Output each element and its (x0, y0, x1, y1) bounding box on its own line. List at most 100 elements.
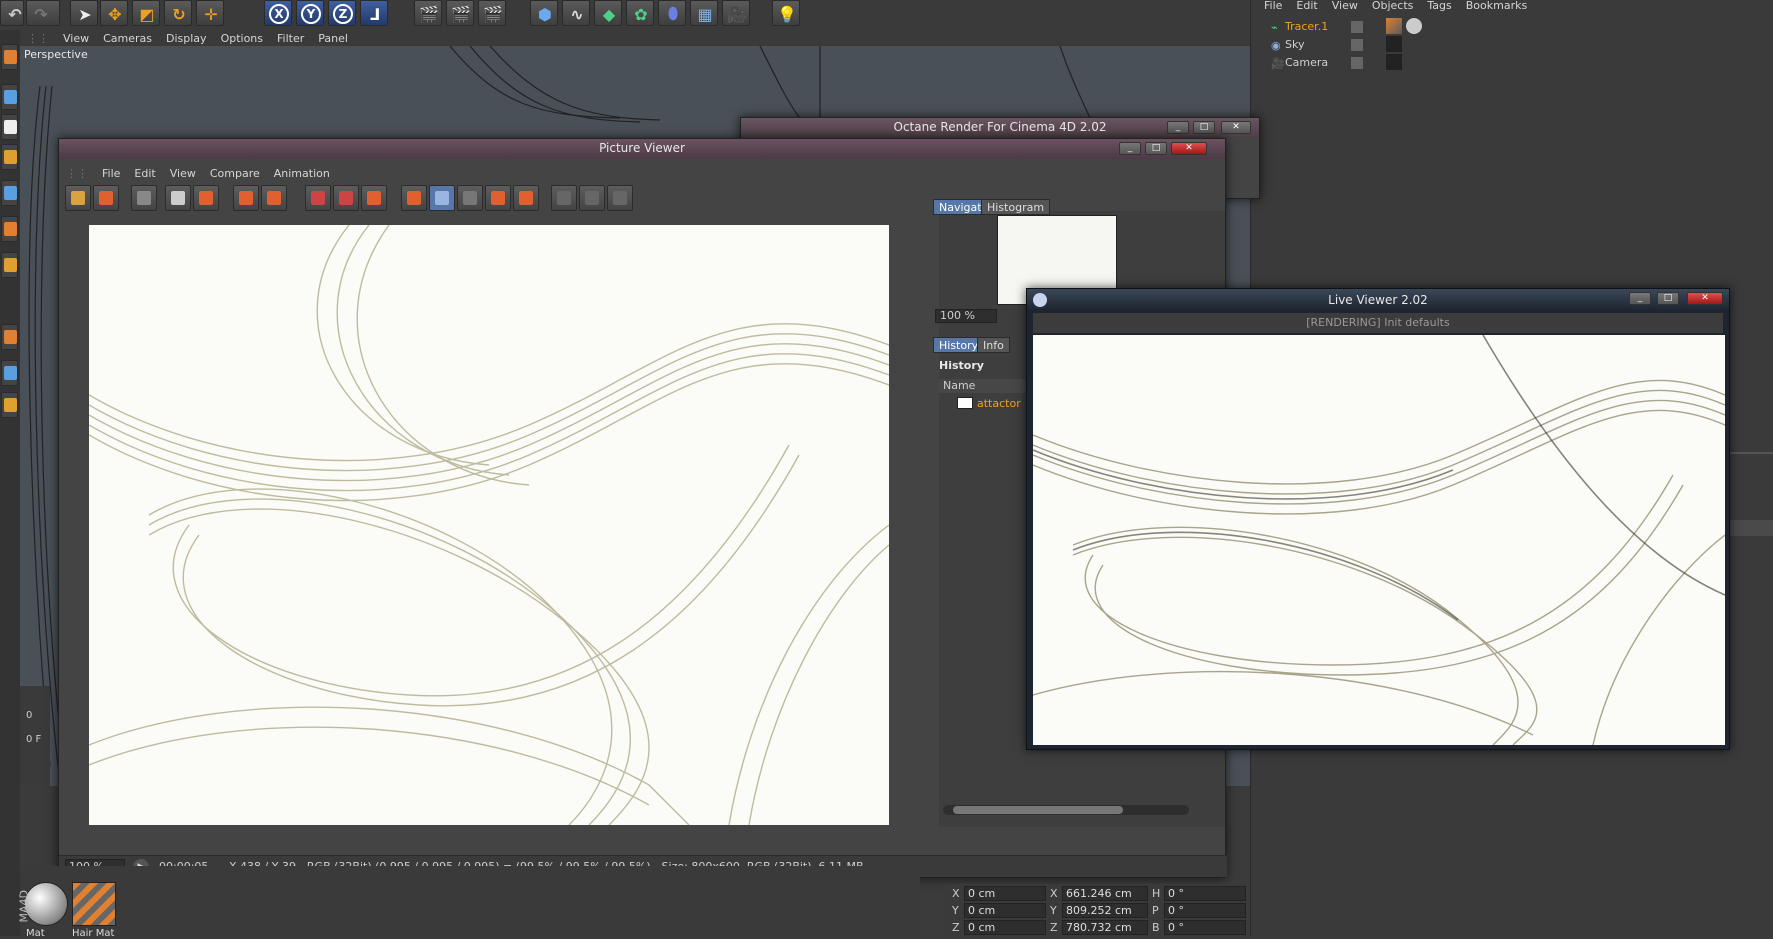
close-button[interactable]: ✕ (1221, 121, 1251, 134)
scrollbar-thumb[interactable] (953, 806, 1123, 814)
render-button[interactable] (165, 185, 191, 211)
material-swatch[interactable] (24, 882, 68, 926)
pv-menu-animation[interactable]: Animation (267, 165, 337, 182)
interactive-region-button[interactable] (361, 185, 387, 211)
z-axis-button[interactable]: Z (328, 0, 356, 26)
rot-h-field[interactable]: 0 ° (1164, 886, 1246, 901)
pv-menu-compare[interactable]: Compare (203, 165, 267, 182)
rot-p-field[interactable]: 0 ° (1164, 903, 1246, 918)
minimize-button[interactable]: _ (1167, 121, 1189, 134)
compare-ab-button[interactable] (401, 185, 427, 211)
palette-button[interactable] (1, 360, 18, 386)
menu-cameras[interactable]: Cameras (96, 30, 159, 47)
nurbs-button[interactable]: ◆ (594, 0, 622, 26)
coordinate-system-button[interactable]: ⅃ (360, 0, 388, 26)
open-button[interactable] (65, 185, 91, 211)
horizontal-scrollbar[interactable] (943, 805, 1189, 815)
palette-button[interactable] (1, 252, 18, 278)
size-x-field[interactable]: 661.246 cm (1062, 886, 1148, 901)
deformer-button[interactable]: ⬮ (658, 0, 686, 26)
select-tool-button[interactable]: ➤ (70, 0, 98, 26)
menu-panel[interactable]: Panel (311, 30, 355, 47)
floor-button[interactable]: ▦ (690, 0, 718, 26)
maximize-button[interactable]: □ (1193, 121, 1215, 134)
om-menu-tags[interactable]: Tags (1420, 0, 1458, 12)
scale-tool-button[interactable]: ◩ (132, 0, 160, 26)
menu-options[interactable]: Options (214, 30, 270, 47)
palette-button[interactable] (1, 44, 18, 70)
x-axis-button[interactable]: X (264, 0, 292, 26)
tab-histogram[interactable]: Histogram (981, 199, 1051, 215)
om-menu-bookmarks[interactable]: Bookmarks (1459, 0, 1534, 12)
palette-button[interactable] (1, 216, 18, 242)
move-tool-button[interactable]: ✥ (100, 0, 128, 26)
palette-button[interactable] (1, 180, 18, 206)
pos-z-field[interactable]: 0 cm (964, 920, 1046, 935)
live-render-image[interactable] (1033, 335, 1725, 745)
region-render-button[interactable] (333, 185, 359, 211)
pos-y-field[interactable]: 0 cm (964, 903, 1046, 918)
camera-button[interactable]: 🎥 (722, 0, 750, 26)
object-row-sky[interactable]: ◉ Sky (1251, 36, 1773, 54)
copy-button[interactable] (233, 185, 259, 211)
palette-button[interactable] (1, 324, 18, 350)
array-button[interactable]: ✿ (626, 0, 654, 26)
octane-tag-icon[interactable] (1386, 36, 1402, 52)
palette-button[interactable] (1, 84, 18, 110)
set-a-button[interactable] (485, 185, 511, 211)
palette-button[interactable] (1, 114, 18, 140)
om-menu-edit[interactable]: Edit (1289, 0, 1324, 12)
rot-b-field[interactable]: 0 ° (1164, 920, 1246, 935)
pv-menu-view[interactable]: View (163, 165, 203, 182)
material-swatch[interactable] (72, 882, 116, 926)
compare-swap-button[interactable] (457, 185, 483, 211)
spline-button[interactable]: ∿ (562, 0, 590, 26)
close-button[interactable]: ✕ (1171, 142, 1207, 155)
pv-menu-edit[interactable]: Edit (127, 165, 162, 182)
material-tag-icon[interactable] (1406, 18, 1422, 34)
navigator-zoom[interactable]: 100 % (935, 309, 997, 323)
layout-button[interactable] (607, 185, 633, 211)
close-button[interactable]: ✕ (1687, 292, 1723, 305)
compare-split-button[interactable] (429, 185, 455, 211)
om-menu-view[interactable]: View (1325, 0, 1365, 12)
render-picture-viewer-button[interactable]: 🎬 (446, 0, 474, 26)
menu-filter[interactable]: Filter (270, 30, 311, 47)
visibility-toggle[interactable] (1351, 21, 1363, 33)
redo-button[interactable]: ↷ (26, 0, 60, 26)
tab-info[interactable]: Info (977, 337, 1010, 353)
save-button[interactable] (93, 185, 119, 211)
cube-button[interactable]: ⬢ (530, 0, 558, 26)
layout-button[interactable] (551, 185, 577, 211)
maximize-button[interactable]: □ (1145, 142, 1167, 155)
grid-button[interactable] (131, 185, 157, 211)
octane-tag-icon[interactable] (1386, 54, 1402, 70)
object-row-camera[interactable]: 🎥 Camera (1251, 54, 1773, 72)
y-axis-button[interactable]: Y (296, 0, 324, 26)
pos-x-field[interactable]: 0 cm (964, 886, 1046, 901)
maximize-button[interactable]: □ (1657, 292, 1679, 305)
remove-button[interactable] (261, 185, 287, 211)
visibility-toggle[interactable] (1351, 39, 1363, 51)
stop-button[interactable] (193, 185, 219, 211)
history-item[interactable]: attactor (977, 397, 1021, 410)
render-settings-button[interactable]: 🎬 (478, 0, 506, 26)
size-z-field[interactable]: 780.732 cm (1062, 920, 1148, 935)
minimize-button[interactable]: _ (1119, 142, 1141, 155)
render-view-button[interactable]: 🎬 (414, 0, 442, 26)
palette-button[interactable] (1, 392, 18, 418)
size-y-field[interactable]: 809.252 cm (1062, 903, 1148, 918)
set-b-button[interactable] (513, 185, 539, 211)
pv-menu-file[interactable]: File (95, 165, 127, 182)
render-image[interactable] (89, 225, 889, 825)
undo-button[interactable]: ↶ (0, 0, 24, 26)
minimize-button[interactable]: _ (1629, 292, 1651, 305)
tag-icon[interactable] (1386, 18, 1402, 34)
layout-button[interactable] (579, 185, 605, 211)
om-menu-objects[interactable]: Objects (1365, 0, 1421, 12)
menu-display[interactable]: Display (159, 30, 214, 47)
light-button[interactable]: 💡 (772, 0, 800, 26)
menu-view[interactable]: View (56, 30, 96, 47)
rotate-tool-button[interactable]: ↻ (164, 0, 192, 26)
object-row-tracer[interactable]: ⌁ Tracer.1 (1251, 18, 1773, 36)
